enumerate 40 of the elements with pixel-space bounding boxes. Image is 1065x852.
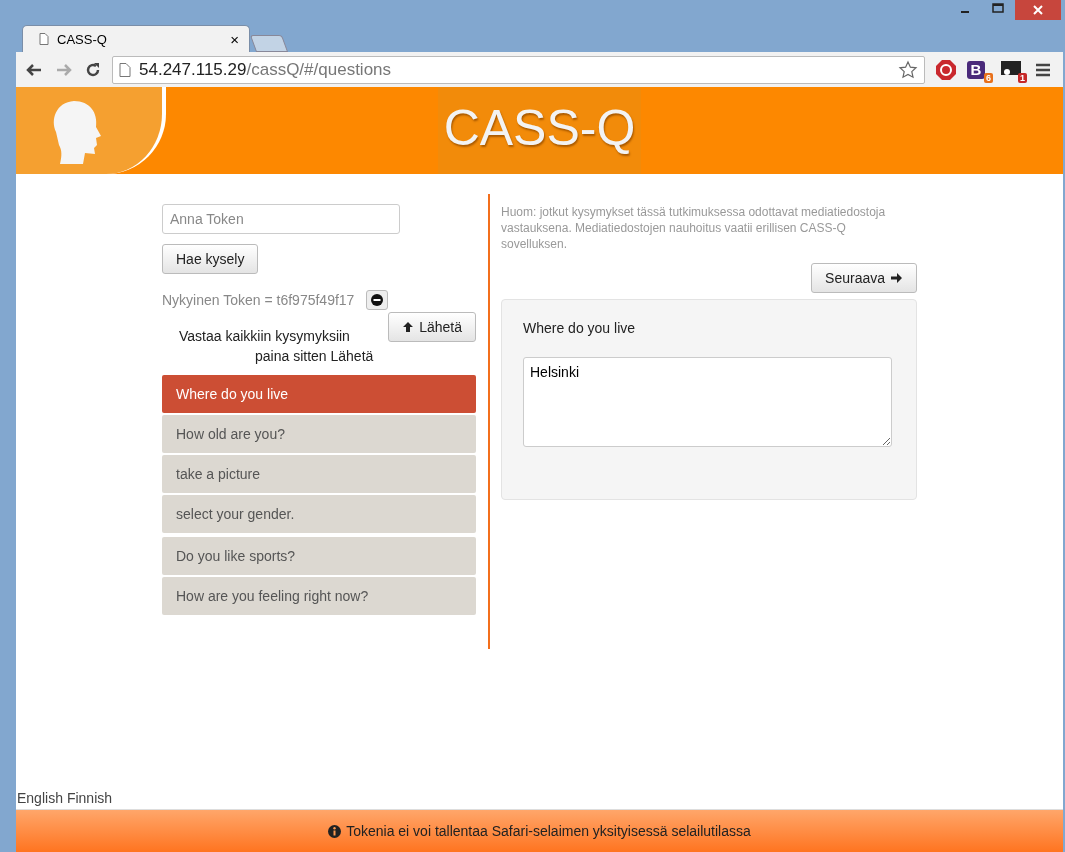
answer-field[interactable]: Helsinki (523, 357, 892, 447)
arrow-right-icon (890, 272, 903, 284)
extension-badge: 6 (984, 72, 993, 83)
question-item[interactable]: take a picture (162, 455, 476, 493)
menu-icon[interactable] (1035, 62, 1051, 77)
question-text: Where do you live (523, 320, 637, 336)
question-item[interactable]: Do you like sports? (162, 537, 476, 575)
page-icon (119, 62, 131, 77)
tab-title: CASS-Q (57, 31, 108, 47)
instruction-text: paina sitten Lähetä (254, 347, 374, 366)
fetch-survey-button[interactable]: Hae kysely (162, 244, 259, 274)
question-item[interactable]: select your gender. (162, 495, 476, 533)
reload-icon[interactable] (84, 60, 102, 79)
question-item[interactable]: How old are you? (162, 415, 476, 453)
stop-sign-icon[interactable] (935, 58, 957, 81)
app-title: CASS-Q (437, 87, 642, 174)
minus-circle-icon (371, 294, 384, 306)
next-button[interactable]: Seuraava (811, 263, 917, 293)
notice-text: Tokenia ei voi tallentaa Safari-selaimen yksityisessä selailutilassa (346, 823, 751, 839)
token-field[interactable]: Anna Token (162, 204, 400, 234)
tab-close-button[interactable]: × (230, 30, 239, 48)
address-bar[interactable]: 54.247.115.29/cassQ/#/questions (112, 55, 925, 84)
question-item[interactable]: How are you feeling right now? (162, 577, 476, 615)
extension-button[interactable]: 1 (1001, 58, 1025, 81)
language-link[interactable]: English (17, 790, 63, 806)
note-text: Huom: jotkut kysymykset tässä tutkimuksessa odottavat mediatiedostoja vastauksena. Mediatiedostojen nauhoitus vaatii erillisen CASS-Q sovelluksen. (501, 204, 887, 252)
language-link[interactable]: Finnish (66, 790, 113, 806)
remove-token-button[interactable] (366, 290, 389, 310)
submit-button[interactable]: Lähetä (388, 312, 476, 342)
page-icon (39, 33, 49, 45)
star-icon[interactable] (898, 59, 918, 80)
instruction-text: Vastaa kaikkiin kysymyksiin (178, 327, 351, 346)
question-item[interactable]: Where do you live (162, 375, 476, 413)
arrow-up-icon (402, 321, 415, 333)
extension-badge: 1 (1018, 72, 1027, 83)
close-icon[interactable] (1015, 0, 1061, 20)
current-token: Nykyinen Token = t6f975f49f17 (162, 292, 355, 308)
browser-tab[interactable]: CASS-Q × (22, 25, 250, 52)
back-icon[interactable] (24, 61, 44, 78)
info-icon (328, 824, 342, 838)
